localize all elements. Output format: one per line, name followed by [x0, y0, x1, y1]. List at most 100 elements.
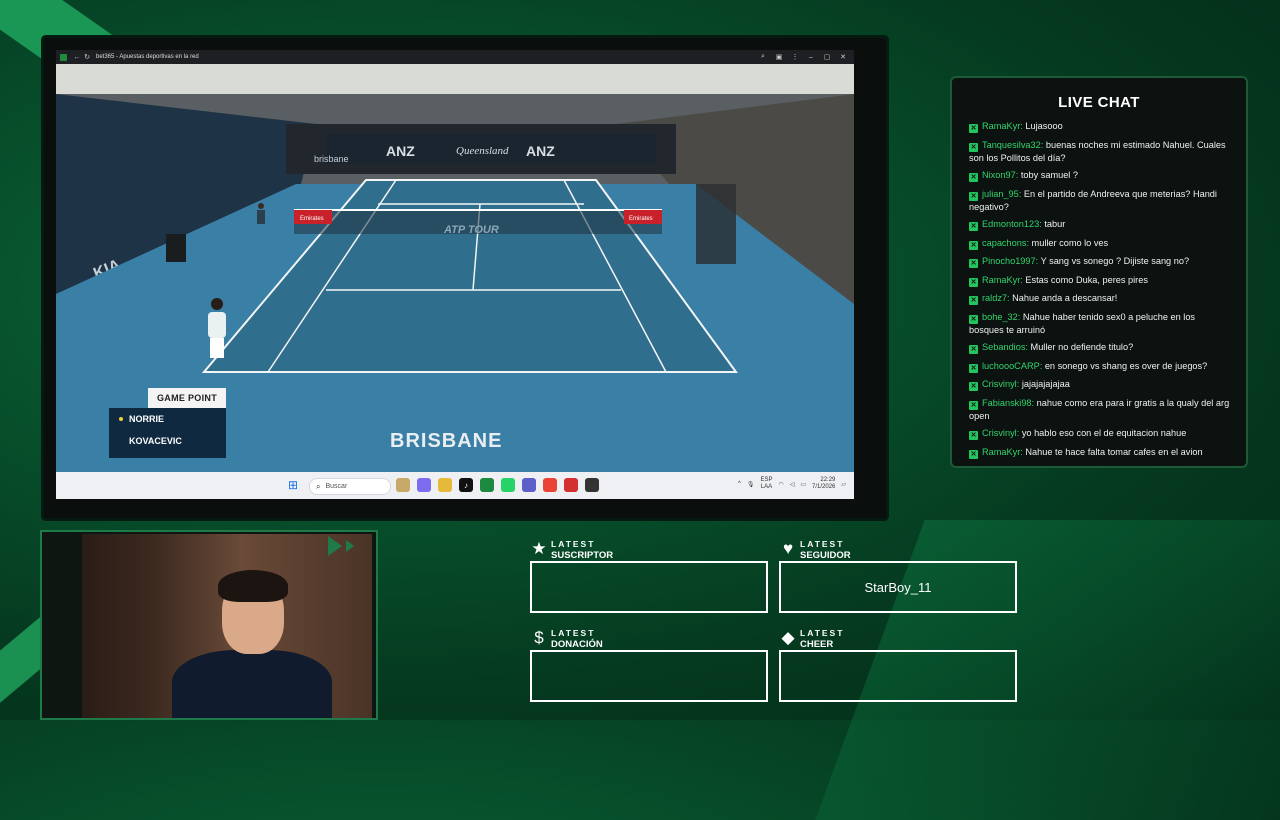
latest-donacion-header: $ LATEST DONACIÓN	[530, 627, 603, 650]
latest-label: LATEST	[800, 628, 845, 638]
chevron-up-icon[interactable]: ^	[738, 481, 741, 487]
chat-text: yo hablo eso con el de equitacion nahue	[1019, 428, 1187, 438]
chat-message: ✕ Crisvinyl: jajajajajajaa	[969, 378, 1231, 391]
chat-username[interactable]: Tanquesilva32:	[982, 140, 1043, 150]
scoreboard: NORRIE KOVACEVIC	[109, 408, 226, 458]
svg-text:Queensland: Queensland	[456, 145, 509, 157]
chat-username[interactable]: Pinocho1997:	[982, 256, 1038, 266]
chat-username[interactable]: bohe_32:	[982, 312, 1020, 322]
chat-username[interactable]: capachons:	[982, 238, 1029, 248]
close-icon[interactable]: ✕	[838, 52, 848, 62]
svg-text:Emirates: Emirates	[629, 216, 653, 222]
chat-username[interactable]: RamaKyr:	[982, 447, 1023, 457]
chat-badge-icon: ✕	[969, 173, 978, 182]
latest-label: LATEST	[551, 628, 596, 638]
svg-text:brisbane: brisbane	[314, 154, 349, 164]
chat-username[interactable]: RamaKyr:	[982, 275, 1023, 285]
chat-username[interactable]: RamaKyr:	[982, 121, 1023, 131]
chat-badge-icon: ✕	[969, 296, 978, 305]
volume-icon[interactable]: ◁	[790, 481, 795, 488]
notifications-icon[interactable]: ▱	[841, 481, 846, 488]
chat-text: tabur	[1041, 219, 1066, 229]
search-icon[interactable]: ⌕	[758, 52, 768, 62]
extensions-icon[interactable]: ▣	[774, 52, 784, 62]
latest-type-label: DONACIÓN	[551, 639, 603, 650]
clock-time[interactable]: 22:29	[820, 477, 835, 483]
chat-message: ✕ Crisvinyl: yo hablo eso con el de equit…	[969, 427, 1231, 440]
chat-message: ✕ RamaKyr: Estas como Duka, peres pires	[969, 274, 1231, 287]
streamer-body	[172, 650, 332, 718]
chat-text: Nahue te hace falta tomar cafes en el av…	[1022, 446, 1203, 457]
chat-text: Nahue anda a descansar!	[1009, 293, 1118, 303]
heart-icon: ♥	[782, 539, 794, 558]
chat-message: ✕ julian_95: En el partido de Andreeva qu…	[969, 188, 1231, 213]
webcam-feed	[82, 534, 372, 718]
app-red-icon[interactable]	[564, 478, 578, 492]
windows-start-icon[interactable]: ⊞	[288, 479, 300, 491]
chat-username[interactable]: Crisvinyl:	[982, 428, 1019, 438]
menu-dots-icon[interactable]: ⋮	[790, 52, 800, 62]
latest-label: LATEST	[551, 539, 596, 549]
chat-username[interactable]: luchoooCARP:	[982, 361, 1042, 371]
chat-message: ✕ raldz7: Nahue anda a descansar!	[969, 292, 1231, 305]
latest-type-label: CHEER	[800, 639, 834, 650]
game-point-label: GAME POINT	[148, 388, 226, 408]
chat-badge-icon: ✕	[969, 431, 978, 440]
app-dark-icon[interactable]	[585, 478, 599, 492]
chat-badge-icon: ✕	[969, 400, 978, 410]
wifi-icon[interactable]: ◠	[778, 481, 783, 488]
latest-cheer-header: ◆ LATEST CHEER	[779, 627, 844, 649]
chat-message: ✕ luchoooCARP: en sonego vs shang es over…	[969, 360, 1231, 373]
whatsapp-icon[interactable]	[501, 478, 515, 492]
tennis-video-player[interactable]: ANZ Queensland ANZ KIA brisbane Emirates…	[56, 64, 854, 472]
chat-message: ✕ bohe_32: Nahue haber tenido sex0 a pelu…	[969, 311, 1231, 336]
chat-username[interactable]: Fabianski98:	[982, 398, 1034, 408]
svg-text:ANZ: ANZ	[526, 143, 555, 159]
taskbar-search[interactable]: ⌕ Buscar	[309, 478, 391, 495]
chat-message: ✕ capachons: muller como lo ves	[969, 237, 1231, 250]
live-chat-panel: LIVE CHAT ✕ RamaKyr: Lujasooo ✕ Tanquesilva…	[950, 76, 1248, 468]
microphone-icon[interactable]: 🎙	[747, 481, 755, 488]
scoreboard-row: KOVACEVIC	[109, 430, 226, 452]
minimize-icon[interactable]: –	[806, 52, 816, 62]
chat-username[interactable]: Crisvinyl:	[982, 379, 1019, 389]
latest-type-label: SEGUIDOR	[800, 550, 851, 561]
chat-message: ✕ Fabianski98: nahue como era para ir gra…	[969, 397, 1231, 422]
streamer-hair	[218, 570, 288, 602]
reload-icon[interactable]: ↻	[82, 52, 92, 62]
chrome-icon[interactable]	[543, 478, 557, 492]
chat-message: ✕ Edmonton123: tabur	[969, 218, 1231, 231]
maximize-icon[interactable]: ▢	[822, 52, 832, 62]
latest-seguidor-box: StarBoy_11	[779, 561, 1017, 613]
page-title: bet365 - Apuestas deportivas en la red	[96, 54, 199, 60]
lang-top[interactable]: ESP	[760, 477, 772, 483]
chat-text: Estas como Duka, peres pires	[1022, 274, 1148, 285]
chat-username[interactable]: Nixon97:	[982, 170, 1018, 180]
back-arrow-icon[interactable]: ←	[72, 52, 82, 62]
webcam-accent-icon	[328, 536, 354, 556]
chat-title: LIVE CHAT	[1058, 94, 1140, 111]
browser-titlebar: ← ↻ bet365 - Apuestas deportivas en la r…	[56, 50, 854, 64]
widgets-icon[interactable]	[396, 478, 410, 492]
chat-username[interactable]: Edmonton123:	[982, 219, 1042, 229]
windows-taskbar: ⊞ ⌕ Buscar ♪ ^ 🎙 ESP LAA ◠ ◁ ▭ 22:29 7/1…	[56, 472, 854, 499]
search-icon: ⌕	[316, 481, 321, 491]
teams-icon[interactable]	[522, 478, 536, 492]
chat-text: jajajajajajaa	[1019, 379, 1070, 389]
lang-bottom[interactable]: LAA	[761, 484, 772, 490]
bet365-app-icon[interactable]	[480, 478, 494, 492]
chat-text: en sonego vs shang es over de juegos?	[1042, 360, 1208, 371]
file-explorer-icon[interactable]	[438, 478, 452, 492]
chat-text: Lujasooo	[1022, 121, 1063, 131]
chat-message: ✕ RamaKyr: Lujasooo	[969, 120, 1231, 133]
battery-icon[interactable]: ▭	[800, 481, 806, 488]
chat-username[interactable]: raldz7:	[982, 293, 1010, 303]
venue-text: BRISBANE	[390, 430, 503, 452]
chat-username[interactable]: julian_95:	[982, 189, 1021, 199]
browser-window: ← ↻ bet365 - Apuestas deportivas en la r…	[56, 50, 854, 499]
clock-date[interactable]: 7/1/2026	[812, 484, 835, 490]
chat-message-list: ✕ RamaKyr: Lujasooo ✕ Tanquesilva32: buenas…	[969, 120, 1231, 464]
copilot-icon[interactable]	[417, 478, 431, 492]
chat-username[interactable]: Sebandios:	[982, 342, 1028, 352]
tiktok-icon[interactable]: ♪	[459, 478, 473, 492]
